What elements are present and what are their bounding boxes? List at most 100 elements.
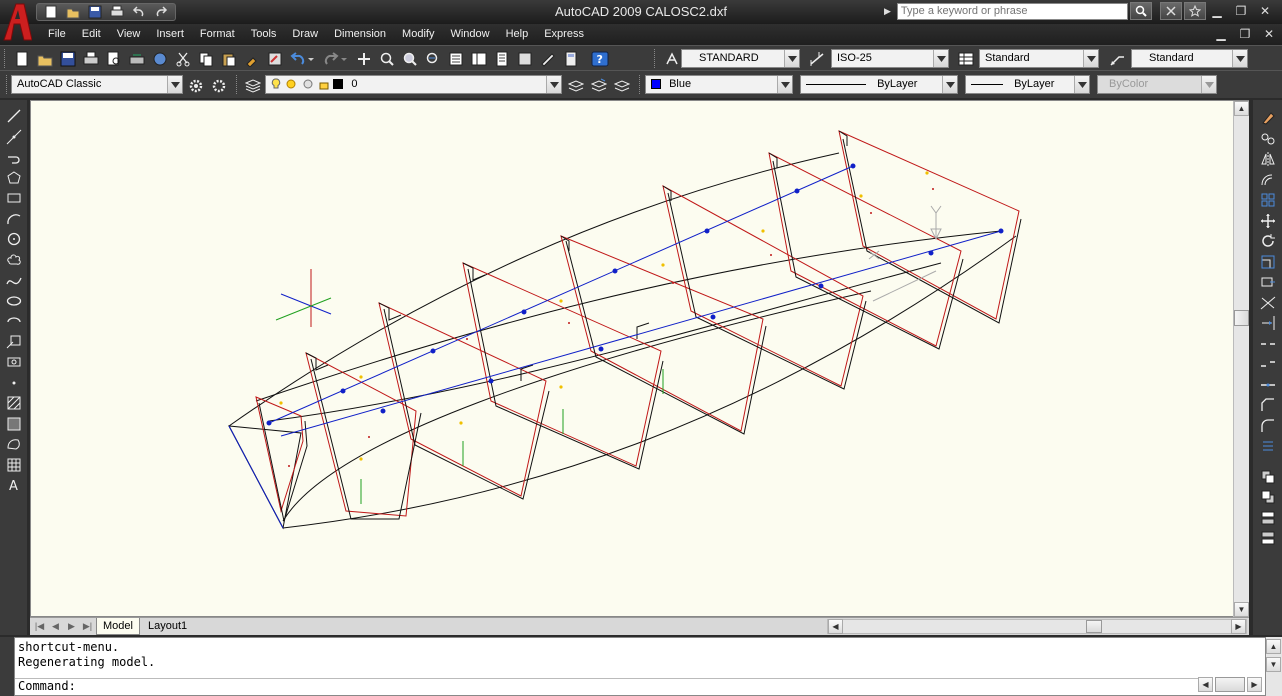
lineweight-control-select[interactable]: ByLayer (965, 75, 1090, 94)
toolbar-grip[interactable] (6, 75, 9, 94)
stretch-icon[interactable] (1255, 272, 1280, 292)
zoom-previous-icon[interactable] (422, 48, 444, 69)
menu-dimension[interactable]: Dimension (326, 27, 394, 42)
gradient-icon[interactable] (1, 414, 26, 434)
line-icon[interactable] (1, 106, 26, 126)
redo-tool-icon[interactable] (320, 48, 352, 69)
command-horizontal-scrollbar[interactable]: ◀ ▶ (1198, 677, 1266, 693)
menu-tools[interactable]: Tools (243, 27, 285, 42)
polyline-icon[interactable] (1, 147, 26, 167)
array-icon[interactable] (1255, 190, 1280, 210)
cmd-scroll-up-icon[interactable]: ▲ (1266, 639, 1281, 654)
expand-arrow-icon[interactable]: ▶ (884, 6, 891, 17)
sheet-set-icon[interactable] (514, 48, 536, 69)
table-icon[interactable] (1, 455, 26, 475)
paste-icon[interactable] (218, 48, 240, 69)
qnew-icon[interactable] (11, 48, 33, 69)
rotate-icon[interactable] (1255, 231, 1280, 251)
rectangle-icon[interactable] (1, 188, 26, 208)
minimize-icon[interactable]: ▁ (1208, 3, 1226, 19)
menu-format[interactable]: Format (192, 27, 243, 42)
mirror-icon[interactable] (1255, 149, 1280, 169)
workspace-select[interactable]: AutoCAD Classic (11, 75, 183, 94)
move-icon[interactable] (1255, 211, 1280, 231)
horizontal-scrollbar[interactable]: ◀ ▶ (827, 619, 1247, 634)
application-menu-logo[interactable] (2, 2, 32, 42)
subscription-icon[interactable] (1159, 2, 1182, 20)
tab-model[interactable]: Model (96, 618, 140, 635)
scroll-up-icon[interactable]: ▲ (1234, 101, 1249, 116)
region-icon[interactable] (1, 434, 26, 454)
cmd-scroll-left-icon[interactable]: ◀ (1198, 677, 1213, 692)
break-icon[interactable] (1255, 354, 1280, 374)
copy-icon[interactable] (195, 48, 217, 69)
toolbar-grip[interactable] (654, 49, 657, 68)
hull-wireframe-drawing[interactable] (31, 101, 1234, 618)
polygon-icon[interactable] (1, 168, 26, 188)
hatch-icon[interactable] (1, 393, 26, 413)
circle-icon[interactable] (1, 229, 26, 249)
first-tab-icon[interactable]: |◀ (32, 620, 47, 633)
maximize-icon[interactable]: ❐ (1232, 3, 1250, 19)
scale-icon[interactable] (1255, 252, 1280, 272)
scroll-left-icon[interactable]: ◀ (828, 619, 843, 634)
color-control-select[interactable]: Blue (645, 75, 793, 94)
menu-view[interactable]: View (109, 27, 149, 42)
dim-style-select[interactable]: ISO-25 (831, 49, 949, 68)
match-properties-icon[interactable] (241, 48, 263, 69)
fillet-icon[interactable] (1255, 416, 1280, 436)
layer-previous-icon[interactable] (588, 75, 610, 96)
workspace-settings-gear-icon[interactable] (185, 75, 207, 96)
insert-block-icon[interactable] (1, 332, 26, 352)
menu-draw[interactable]: Draw (284, 27, 326, 42)
multileader-style-icon[interactable] (1106, 48, 1128, 69)
chamfer-icon[interactable] (1255, 395, 1280, 415)
properties-icon[interactable] (445, 48, 467, 69)
zoom-realtime-icon[interactable] (376, 48, 398, 69)
dim-style-icon[interactable] (806, 48, 828, 69)
multileader-style-select[interactable]: Standard (1131, 49, 1248, 68)
table-style-icon[interactable] (955, 48, 977, 69)
doc-restore-icon[interactable]: ❐ (1236, 26, 1254, 42)
plot-preview-icon[interactable] (103, 48, 125, 69)
menu-insert[interactable]: Insert (148, 27, 192, 42)
text-style-icon[interactable] (661, 48, 683, 69)
next-tab-icon[interactable]: ▶ (64, 620, 79, 633)
vertical-scroll-thumb[interactable] (1234, 310, 1249, 326)
trim-icon[interactable] (1255, 293, 1280, 313)
cmd-scroll-right-icon[interactable]: ▶ (1247, 677, 1262, 692)
publish-icon[interactable] (126, 48, 148, 69)
command-input-line[interactable]: Command: (15, 678, 1205, 695)
toolbar-grip[interactable] (639, 75, 642, 94)
plot-icon[interactable] (80, 48, 102, 69)
make-block-icon[interactable] (1, 352, 26, 372)
quickcalc-icon[interactable] (560, 48, 582, 69)
search-input[interactable] (896, 2, 1128, 20)
undo-tool-icon[interactable] (287, 48, 319, 69)
doc-minimize-icon[interactable]: ▁ (1212, 26, 1230, 42)
join-icon[interactable] (1255, 375, 1280, 395)
menu-help[interactable]: Help (498, 27, 537, 42)
drawing-canvas[interactable] (30, 100, 1249, 617)
menu-modify[interactable]: Modify (394, 27, 442, 42)
menu-file[interactable]: File (40, 27, 74, 42)
pan-realtime-icon[interactable] (353, 48, 375, 69)
toolbar-grip[interactable] (4, 49, 7, 68)
point-icon[interactable] (1, 373, 26, 393)
multiline-text-icon[interactable]: A (1, 475, 26, 495)
draworder-front-icon[interactable] (1255, 467, 1280, 487)
menu-express[interactable]: Express (536, 27, 592, 42)
draworder-back-icon[interactable] (1255, 487, 1280, 507)
customize-icon[interactable] (208, 75, 230, 96)
close-icon[interactable]: ✕ (1256, 3, 1274, 19)
last-tab-icon[interactable]: ▶| (80, 620, 95, 633)
tab-layout1[interactable]: Layout1 (142, 618, 193, 635)
doc-close-icon[interactable]: ✕ (1260, 26, 1278, 42)
cmd-scroll-down-icon[interactable]: ▼ (1266, 657, 1281, 672)
layer-select[interactable]: 0 (265, 75, 562, 94)
layer-states-icon[interactable] (611, 75, 633, 96)
help-icon[interactable]: ? (589, 48, 611, 69)
command-vertical-scrollbar[interactable]: ▲ ▼ (1266, 637, 1282, 696)
tool-palettes-icon[interactable] (491, 48, 513, 69)
command-window[interactable]: shortcut-menu. Regenerating model. Comma… (14, 637, 1266, 696)
